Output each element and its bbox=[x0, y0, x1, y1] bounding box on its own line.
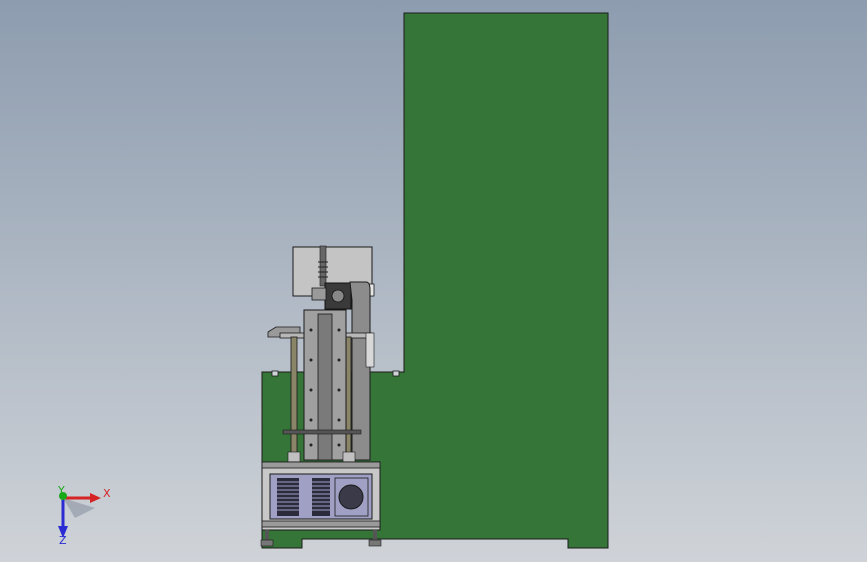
triad-z-label: Z bbox=[59, 534, 67, 547]
cross-bar bbox=[282, 429, 362, 435]
cabinet-bottom-rail bbox=[261, 520, 381, 528]
column-foot-right bbox=[342, 451, 356, 463]
triad-x-label: X bbox=[103, 487, 111, 500]
cabinet-top-rail bbox=[261, 461, 381, 469]
guide-rod-left[interactable] bbox=[290, 336, 298, 460]
fan-icon bbox=[338, 484, 364, 510]
column-foot-left bbox=[287, 451, 301, 463]
central-column-inner bbox=[317, 313, 333, 461]
graphics-viewport[interactable]: X Y Z bbox=[0, 0, 867, 562]
spring-screw bbox=[319, 245, 327, 287]
vent-grille-left bbox=[277, 478, 299, 516]
model-view[interactable]: X Y Z bbox=[0, 0, 867, 562]
frame-notch-right bbox=[392, 370, 400, 377]
coordinate-triad: X Y Z bbox=[57, 484, 111, 547]
frame-notch-left bbox=[271, 370, 279, 377]
triad-y-label: Y bbox=[57, 484, 65, 497]
bracket bbox=[311, 287, 327, 301]
motor-shaft bbox=[331, 289, 345, 303]
tray-edge-right bbox=[365, 332, 375, 368]
vent-grille-right bbox=[312, 478, 330, 516]
